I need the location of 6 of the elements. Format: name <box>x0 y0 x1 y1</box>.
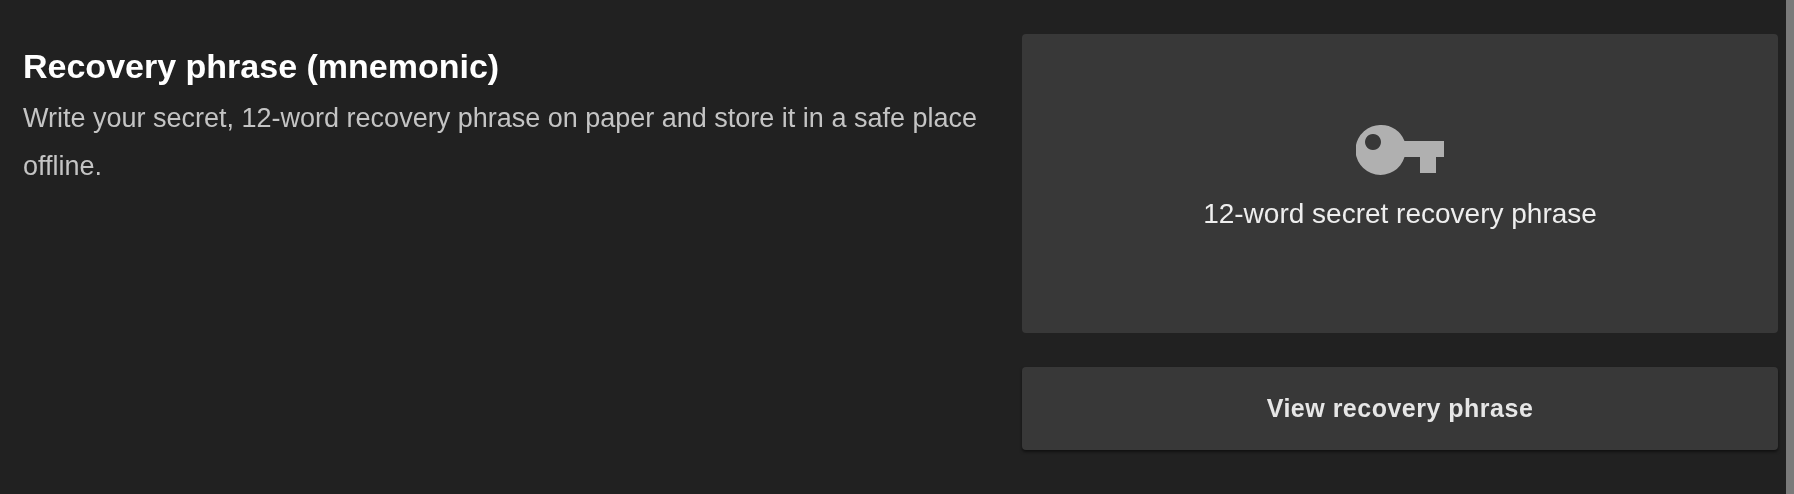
key-icon <box>1356 124 1444 175</box>
card-label: 12-word secret recovery phrase <box>1203 196 1597 231</box>
section-title: Recovery phrase (mnemonic) <box>23 46 500 87</box>
view-recovery-phrase-button[interactable]: View recovery phrase <box>1022 367 1778 450</box>
section-description: Write your secret, 12-word recovery phrase on paper and store it in a safe place offline. <box>23 102 978 183</box>
scrollbar[interactable] <box>1786 0 1794 494</box>
